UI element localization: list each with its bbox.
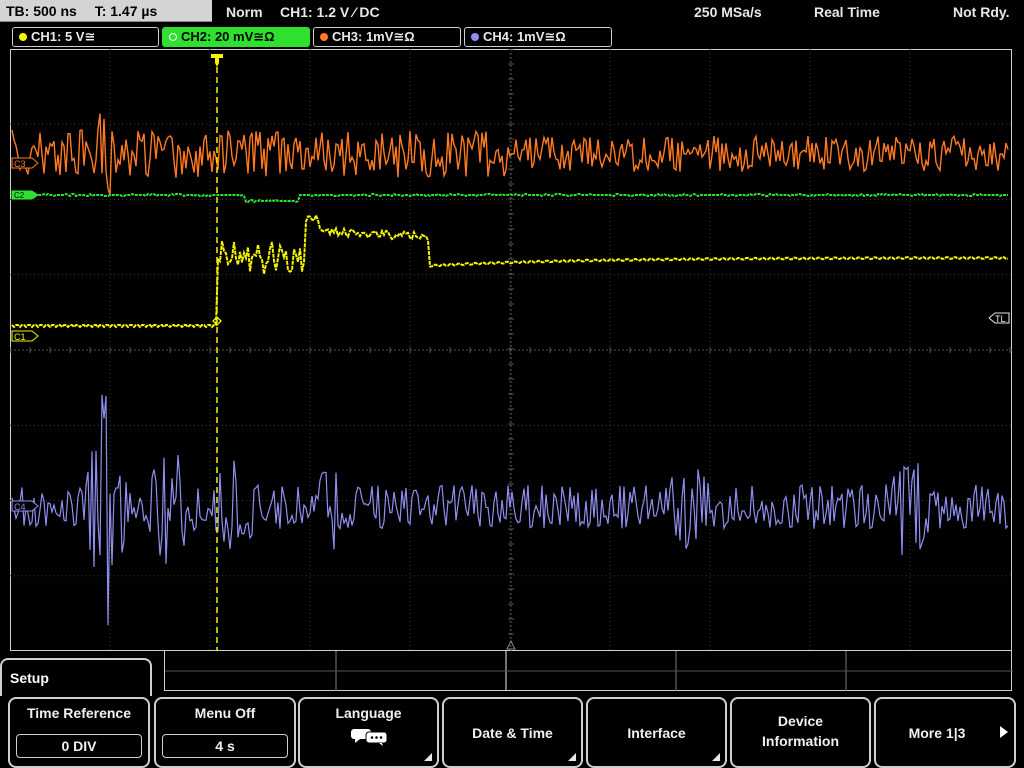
date-time-softkey[interactable]: Date & Time bbox=[442, 697, 583, 768]
ch3-ground-marker: C3 bbox=[11, 157, 39, 169]
trigger-level-marker: TL bbox=[988, 312, 1010, 324]
menu-off-softkey[interactable]: Menu Off 4 s bbox=[154, 697, 296, 768]
sample-rate: 250 MSa/s bbox=[694, 4, 762, 20]
more-label: More 1|3 bbox=[908, 725, 966, 741]
waveform-display[interactable]: C3 C2 C1 C4 TL bbox=[10, 49, 1012, 651]
interface-label: Interface bbox=[627, 725, 686, 741]
ch1-color-icon bbox=[19, 33, 27, 41]
menu-title: Setup bbox=[10, 670, 49, 686]
submenu-indicator-icon bbox=[712, 753, 720, 761]
channel-tab-ch2[interactable]: CH2: 20 mV≅Ω bbox=[162, 27, 310, 47]
acquisition-mode: Real Time bbox=[814, 4, 880, 20]
submenu-indicator-icon bbox=[424, 753, 432, 761]
menu-off-label: Menu Off bbox=[194, 705, 256, 721]
device-information-label-line2: Information bbox=[762, 733, 839, 749]
trigger-mode[interactable]: Norm bbox=[226, 0, 263, 24]
ch3-color-icon bbox=[320, 33, 328, 41]
channel-tab-ch1[interactable]: CH1: 5 V≅ bbox=[12, 27, 159, 47]
timebase-value: TB: 500 ns bbox=[6, 3, 77, 19]
device-information-softkey[interactable]: Device Information bbox=[730, 697, 871, 768]
next-page-arrow-icon bbox=[1000, 726, 1008, 738]
graticule bbox=[10, 49, 1012, 651]
trigger-source[interactable]: CH1: 1.2 V ⁄ DC bbox=[280, 0, 380, 24]
ch3-marker-label: C3 bbox=[14, 159, 26, 169]
language-label: Language bbox=[335, 705, 402, 721]
waveform-canvas: C3 C2 C1 C4 TL bbox=[10, 49, 1012, 651]
trigger-level-label: TL bbox=[995, 314, 1006, 324]
menu-off-value: 4 s bbox=[162, 734, 288, 758]
ch1-marker-label: C1 bbox=[14, 332, 26, 342]
time-reference-softkey[interactable]: Time Reference 0 DIV bbox=[8, 697, 150, 768]
speech-bubbles-icon bbox=[350, 729, 387, 746]
interface-softkey[interactable]: Interface bbox=[586, 697, 727, 768]
channel-tab-ch4[interactable]: CH4: 1mV≅Ω bbox=[464, 27, 612, 47]
status-bar: TB: 500 ns T: 1.47 µs Norm CH1: 1.2 V ⁄ … bbox=[0, 0, 1024, 24]
acquisition-status: Not Rdy. bbox=[953, 4, 1010, 20]
ch2-marker-label: C2 bbox=[14, 191, 25, 200]
ch3-label: CH3: 1mV≅Ω bbox=[332, 29, 415, 44]
ch4-marker-label: C4 bbox=[14, 502, 26, 512]
ch1-ground-marker: C1 bbox=[11, 330, 39, 342]
zoom-overview-strip[interactable] bbox=[164, 651, 1013, 691]
menu-title-tab: Setup bbox=[0, 658, 152, 696]
overview-grid bbox=[165, 651, 1013, 691]
ch2-label: CH2: 20 mV≅Ω bbox=[181, 29, 275, 44]
more-softkey[interactable]: More 1|3 bbox=[874, 697, 1016, 768]
ch4-label: CH4: 1mV≅Ω bbox=[483, 29, 566, 44]
ch1-waveform bbox=[11, 212, 1008, 329]
time-reference-value: 0 DIV bbox=[16, 734, 142, 758]
submenu-indicator-icon bbox=[568, 753, 576, 761]
language-softkey[interactable]: Language bbox=[298, 697, 439, 768]
ch2-ground-marker: C2 bbox=[11, 190, 39, 200]
time-reference-label: Time Reference bbox=[26, 705, 131, 721]
ch2-color-icon bbox=[169, 33, 177, 41]
trigger-position-marker bbox=[211, 54, 223, 67]
ch4-color-icon bbox=[471, 33, 479, 41]
device-information-label-line1: Device bbox=[777, 713, 824, 729]
date-time-label: Date & Time bbox=[472, 725, 553, 741]
timebase-box[interactable]: TB: 500 ns T: 1.47 µs bbox=[0, 0, 212, 22]
channel-tab-ch3[interactable]: CH3: 1mV≅Ω bbox=[313, 27, 461, 47]
ch1-label: CH1: 5 V≅ bbox=[31, 29, 96, 44]
trigger-time-value: T: 1.47 µs bbox=[94, 3, 158, 19]
ch4-ground-marker: C4 bbox=[11, 500, 39, 512]
